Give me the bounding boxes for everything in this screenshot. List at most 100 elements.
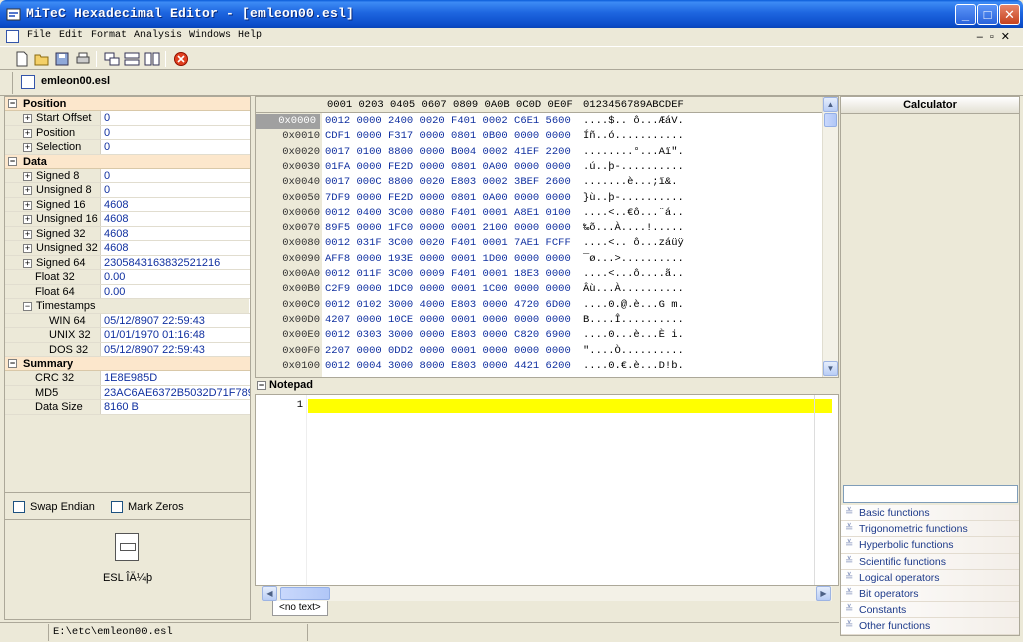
menu-file[interactable]: File	[27, 30, 51, 41]
row-hex-bytes[interactable]: 0012 031F 3C00 0020 F401 0001 7AE1 FCFF	[325, 236, 571, 251]
category-other-functions[interactable]: ≚ Other functions	[841, 618, 1019, 635]
expand-icon[interactable]: +	[23, 215, 32, 224]
hex-row[interactable]: 0x00A0 0012 011F 3C00 0009 F401 0001 18E3…	[256, 267, 823, 282]
tile-cascade-icon[interactable]	[104, 51, 120, 67]
category-logical-operators[interactable]: ≚ Logical operators	[841, 569, 1019, 586]
row-hex-bytes[interactable]: 0017 000C 8800 0020 E803 0002 3BEF 2600	[325, 175, 571, 190]
menu-edit[interactable]: Edit	[59, 30, 83, 41]
hex-row[interactable]: 0x00E0 0012 0303 3000 0000 E803 0000 C820…	[256, 328, 823, 343]
property-row[interactable]: + Signed 32 4608	[5, 226, 250, 241]
property-row[interactable]: UNIX 32 01/01/1970 01:16:48	[5, 328, 250, 343]
expand-icon[interactable]: +	[23, 128, 32, 138]
row-ascii[interactable]: ¯ø...>..........	[583, 252, 684, 267]
hex-row[interactable]: 0x0000 0012 0000 2400 0020 F401 0002 C6E1…	[256, 114, 823, 129]
tile-vertical-icon[interactable]	[144, 51, 160, 67]
property-row[interactable]: + Start Offset 0	[5, 111, 250, 126]
swap-endian-checkbox[interactable]: Swap Endian	[13, 501, 95, 513]
row-ascii[interactable]: Âù...À..........	[583, 282, 684, 297]
scroll-left-arrow-icon[interactable]: ◀	[262, 586, 277, 601]
property-row[interactable]: MD523AC6AE6372B5032D71F7894...	[5, 385, 250, 400]
title-bar[interactable]: MiTeC Hexadecimal Editor - [emleon00.esl…	[0, 0, 1023, 28]
property-row[interactable]: + Unsigned 80	[5, 183, 250, 198]
maximize-button[interactable]: □	[977, 4, 998, 25]
collapse-icon[interactable]: −	[257, 381, 266, 390]
row-ascii[interactable]: "....Ò..........	[583, 344, 684, 359]
row-ascii[interactable]: B....Î..........	[583, 313, 684, 328]
expand-icon[interactable]: +	[23, 244, 32, 253]
category-trigonometric-functions[interactable]: ≚ Trigonometric functions	[841, 521, 1019, 538]
hex-view[interactable]: 0001 0203 0405 0607 0809 0A0B 0C0D 0E0F …	[255, 96, 839, 378]
row-hex-bytes[interactable]: AFF8 0000 193E 0000 0001 1D00 0000 0000	[325, 252, 571, 267]
row-hex-bytes[interactable]: 4207 0000 10CE 0000 0001 0000 0000 0000	[325, 313, 571, 328]
property-row[interactable]: WIN 64 05/12/8907 22:59:43	[5, 313, 250, 328]
scroll-right-arrow-icon[interactable]: ▶	[816, 586, 831, 601]
close-button[interactable]: ✕	[999, 4, 1020, 25]
category-scientific-functions[interactable]: ≚ Scientific functions	[841, 553, 1019, 570]
mdi-window-controls[interactable]: –▫✕	[977, 30, 1017, 43]
category-constants[interactable]: ≚ Constants	[841, 602, 1019, 619]
expand-icon[interactable]: +	[23, 258, 32, 268]
document-tab[interactable]: emleon00.esl	[12, 72, 116, 94]
scroll-up-arrow-icon[interactable]: ▲	[823, 97, 838, 112]
menu-windows[interactable]: Windows	[189, 30, 231, 41]
hex-row[interactable]: 0x0070 89F5 0000 1FC0 0000 0001 2100 0000…	[256, 221, 823, 236]
hex-row[interactable]: 0x00D0 4207 0000 10CE 0000 0001 0000 0000…	[256, 313, 823, 328]
property-row-timestamps[interactable]: − Timestamps	[5, 299, 250, 314]
expand-icon[interactable]: +	[23, 143, 32, 152]
tile-horizontal-icon[interactable]	[124, 51, 140, 67]
row-ascii[interactable]: ‰õ...À....!.....	[583, 221, 684, 236]
row-ascii[interactable]: ....<.. ô...záüÿ	[583, 236, 684, 251]
category-basic-functions[interactable]: ≚ Basic functions	[841, 505, 1019, 522]
notepad-editor[interactable]: 1	[255, 394, 839, 586]
property-row[interactable]: CRC 32 1E8E985D	[5, 371, 250, 386]
property-row[interactable]: + Unsigned 32 4608	[5, 241, 250, 256]
hex-row[interactable]: 0x0020 0017 0100 8800 0000 B004 0002 41EF…	[256, 145, 823, 160]
row-ascii[interactable]: ....0.€.è...D!b.	[583, 359, 684, 374]
property-row[interactable]: + Signed 16 4608	[5, 197, 250, 212]
menu-help[interactable]: Help	[238, 30, 262, 41]
esl-file-icon[interactable]	[115, 533, 139, 561]
row-hex-bytes[interactable]: 7DF9 0000 FE2D 0000 0801 0A00 0000 0000	[325, 191, 571, 206]
row-hex-bytes[interactable]: 0012 0102 3000 4000 E803 0000 4720 6D00	[325, 298, 571, 313]
expand-icon[interactable]: +	[23, 186, 32, 195]
collapse-icon[interactable]: −	[8, 99, 17, 108]
row-hex-bytes[interactable]: 0012 0000 2400 0020 F401 0002 C6E1 5600	[325, 114, 571, 129]
row-ascii[interactable]: ........°...Aï".	[583, 145, 684, 160]
notepad-tab[interactable]: <no text>	[272, 601, 328, 616]
row-hex-bytes[interactable]: 0017 0100 8800 0000 B004 0002 41EF 2200	[325, 145, 571, 160]
hex-row[interactable]: 0x0080 0012 031F 3C00 0020 F401 0001 7AE1…	[256, 236, 823, 251]
hex-row[interactable]: 0x0050 7DF9 0000 FE2D 0000 0801 0A00 0000…	[256, 191, 823, 206]
row-ascii[interactable]: ....0.@.è...G m.	[583, 298, 684, 313]
hex-row[interactable]: 0x0090 AFF8 0000 193E 0000 0001 1D00 0000…	[256, 252, 823, 267]
row-hex-bytes[interactable]: 0012 0004 3000 8000 E803 0000 4421 6200	[325, 359, 571, 374]
row-ascii[interactable]: ....<...ô....ã..	[583, 267, 684, 282]
row-ascii[interactable]: ....<..€ô...¨á..	[583, 206, 684, 221]
category-hyperbolic-functions[interactable]: ≚ Hyperbolic functions	[841, 537, 1019, 554]
print-icon[interactable]	[75, 51, 91, 67]
hex-row[interactable]: 0x0060 0012 0400 3C00 0080 F401 0001 A8E1…	[256, 206, 823, 221]
row-hex-bytes[interactable]: C2F9 0000 1DC0 0000 0001 1C00 0000 0000	[325, 282, 571, 297]
row-hex-bytes[interactable]: 0012 0400 3C00 0080 F401 0001 A8E1 0100	[325, 206, 571, 221]
hex-row[interactable]: 0x0100 0012 0004 3000 8000 E803 0000 4421…	[256, 359, 823, 374]
row-hex-bytes[interactable]: CDF1 0000 F317 0000 0801 0B00 0000 0000	[325, 129, 571, 144]
row-hex-bytes[interactable]: 2207 0000 0DD2 0000 0001 0000 0000 0000	[325, 344, 571, 359]
collapse-icon[interactable]: −	[8, 359, 17, 368]
scroll-thumb[interactable]	[280, 587, 330, 600]
row-hex-bytes[interactable]: 0012 0303 3000 0000 E803 0000 C820 6900	[325, 328, 571, 343]
row-hex-bytes[interactable]: 0012 011F 3C00 0009 F401 0001 18E3 0000	[325, 267, 571, 282]
row-ascii[interactable]: }ù..þ-..........	[583, 191, 684, 206]
calculator-input[interactable]	[843, 485, 1018, 503]
row-ascii[interactable]: .ú..þ-..........	[583, 160, 684, 175]
expand-icon[interactable]: +	[23, 114, 32, 123]
property-row[interactable]: DOS 32 05/12/8907 22:59:43	[5, 342, 250, 357]
current-line-highlight[interactable]	[308, 399, 832, 413]
row-ascii[interactable]: ....0...è...È i.	[583, 328, 684, 343]
property-row[interactable]: + Unsigned 16 4608	[5, 212, 250, 227]
menu-analysis[interactable]: Analysis	[134, 30, 182, 41]
category-bit-operators[interactable]: ≚ Bit operators	[841, 585, 1019, 603]
property-row[interactable]: Data Size 8160 B	[5, 400, 250, 415]
close-red-icon[interactable]	[173, 51, 189, 67]
hex-row[interactable]: 0x0030 01FA 0000 FE2D 0000 0801 0A00 0000…	[256, 160, 823, 175]
property-row[interactable]: + Position 0	[5, 125, 250, 140]
notepad-horizontal-scrollbar[interactable]: ◀ ▶	[262, 586, 832, 601]
